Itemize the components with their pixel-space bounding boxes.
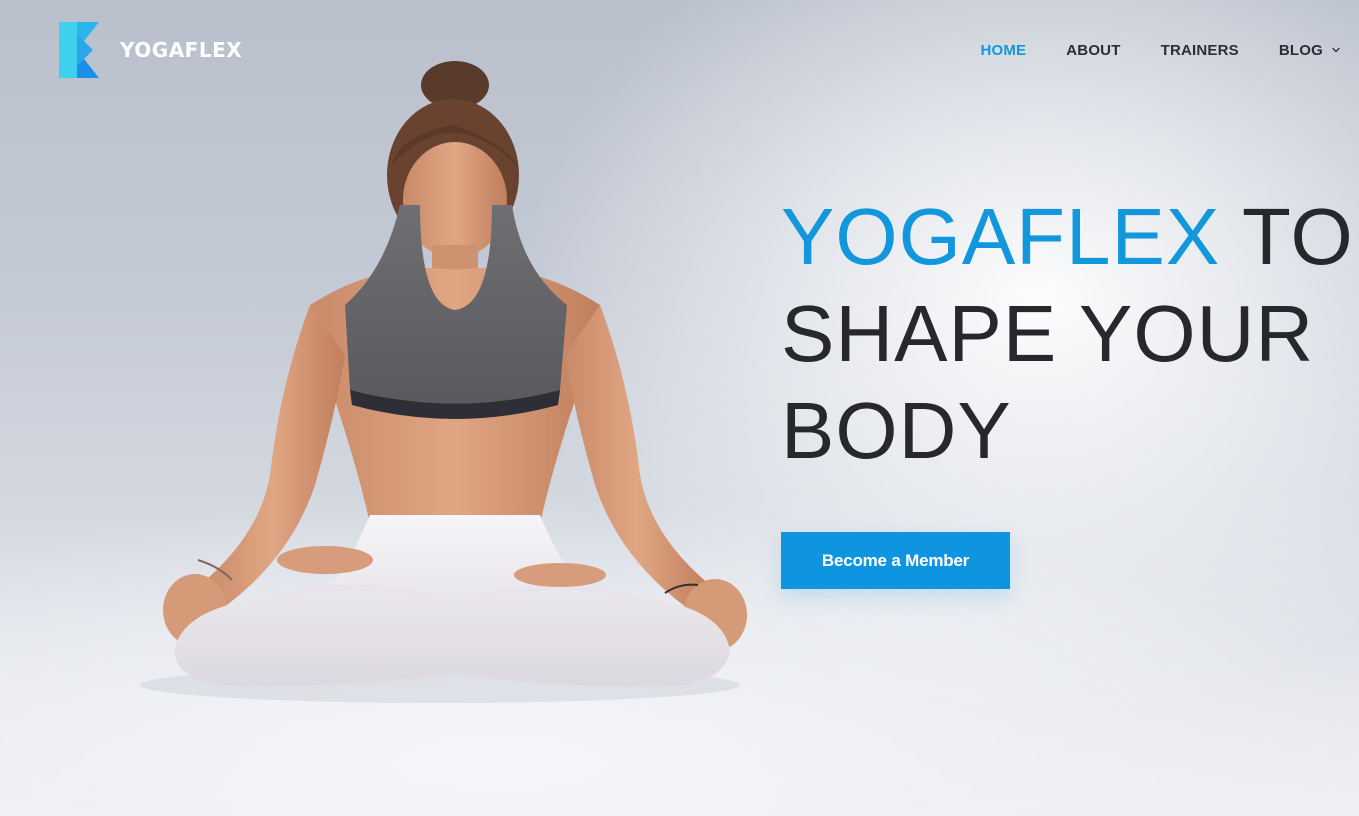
chevron-down-icon [1332, 47, 1340, 53]
hero-headline-rest: TO [1220, 192, 1354, 281]
nav-item-label: TRAINERS [1160, 41, 1239, 59]
nav-item-about[interactable]: ABOUT [1066, 40, 1120, 60]
hero-headline-line-1: YOGAFLEX TO [781, 188, 1354, 285]
nav-item-label: ABOUT [1066, 41, 1121, 59]
yogaflex-k-logo-icon [59, 22, 99, 78]
hero-headline: YOGAFLEX TO SHAPE YOUR BODY [781, 188, 1354, 479]
nav-item-home[interactable]: HOME [980, 40, 1026, 60]
hero-headline-accent: YOGAFLEX [781, 192, 1221, 281]
hero-headline-line-3: BODY [781, 386, 1012, 475]
nav-item-label: BLOG [1278, 41, 1323, 59]
main-nav: HOME ABOUT TRAINERS BLOG [940, 40, 1341, 60]
become-member-button[interactable]: Become a Member [781, 532, 1010, 589]
woman-meditating-lotus-pose-image [140, 61, 747, 703]
nav-item-label: HOME [980, 41, 1027, 59]
nav-item-blog[interactable]: BLOG [1279, 40, 1341, 60]
landing-page: YOGAFLEX HOME ABOUT TRAINERS BLOG YOGAFL… [0, 0, 1359, 816]
hero-headline-line-2: SHAPE YOUR [781, 289, 1315, 378]
nav-item-trainers[interactable]: TRAINERS [1161, 40, 1239, 60]
